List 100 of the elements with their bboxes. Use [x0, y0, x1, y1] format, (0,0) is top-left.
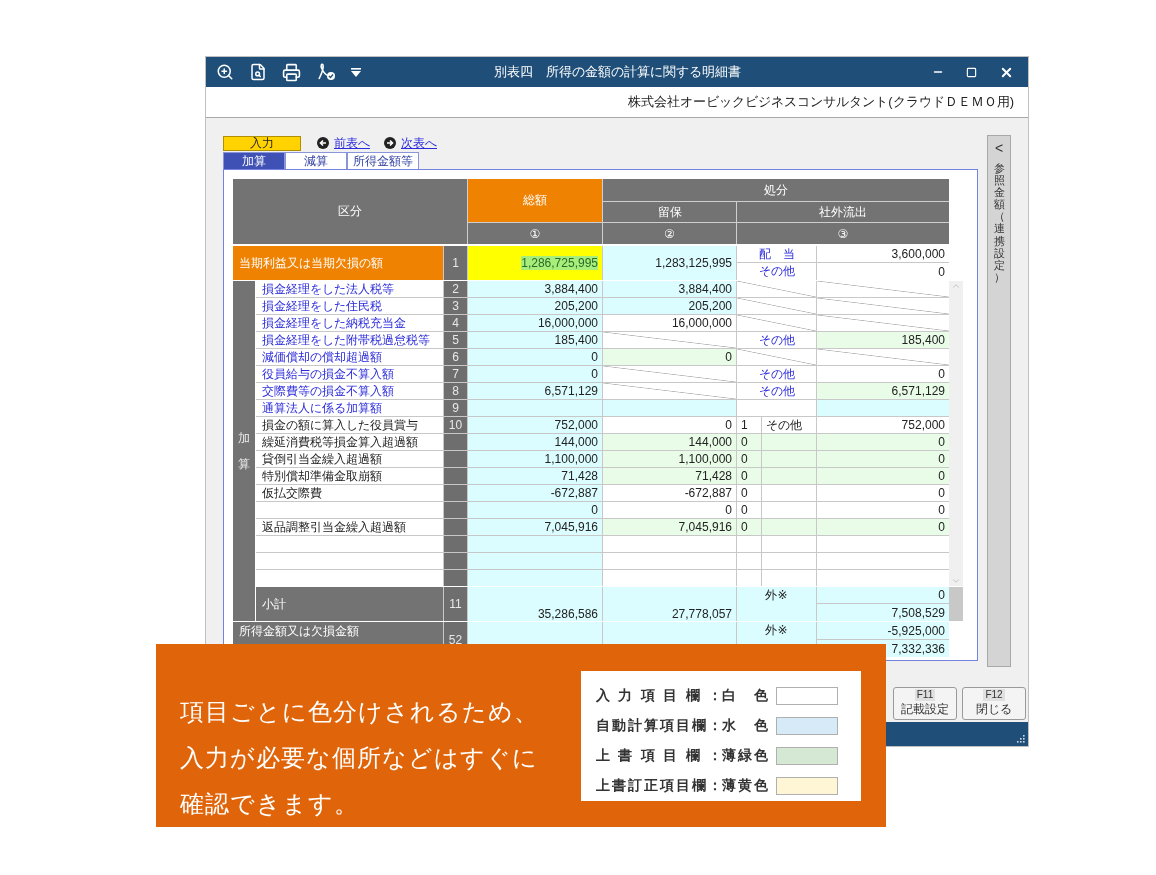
table-cell[interactable]: 0 — [817, 366, 949, 382]
tab[interactable]: 加算 — [223, 152, 285, 169]
mode-button[interactable]: 入力 — [223, 135, 301, 151]
table-cell[interactable] — [762, 570, 816, 586]
table-cell[interactable]: その他 — [737, 383, 816, 399]
table-cell[interactable] — [817, 536, 949, 552]
table-cell[interactable] — [762, 468, 816, 484]
table-cell[interactable] — [817, 553, 949, 569]
left-arrow-icon[interactable] — [317, 137, 329, 149]
preview-icon[interactable] — [249, 63, 267, 81]
table-cell[interactable]: 0 — [737, 468, 761, 484]
dropdown-icon[interactable] — [351, 67, 361, 77]
table-cell[interactable]: その他 — [737, 366, 816, 382]
row-number-cell: 6 — [444, 349, 467, 365]
table-cell[interactable]: 16,000,000 — [603, 315, 736, 331]
row-number-cell: 7 — [444, 366, 467, 382]
table-cell[interactable]: 0 — [817, 451, 949, 467]
table-cell[interactable]: 0 — [603, 417, 736, 433]
table-cell[interactable]: 144,000 — [603, 434, 736, 450]
row-label-link[interactable]: 減価償却の償却超過額 — [256, 349, 443, 365]
table-cell[interactable] — [762, 502, 816, 518]
section-label: 加算 — [233, 281, 255, 621]
nav-link[interactable]: 前表へ — [317, 134, 370, 152]
table-cell[interactable]: 71,428 — [603, 468, 736, 484]
table-cell[interactable]: その他 — [737, 332, 816, 348]
table-cell[interactable]: 0 — [817, 263, 949, 280]
column-number: ② — [603, 223, 736, 244]
table-cell[interactable] — [603, 553, 736, 569]
table-cell[interactable]: 1,286,725,995 — [468, 246, 602, 280]
table-cell: 0 — [468, 366, 602, 382]
function-key-button[interactable]: F11 記載設定 — [893, 687, 957, 720]
scrollbar[interactable] — [949, 281, 963, 586]
zoom-in-icon[interactable] — [216, 63, 234, 81]
table-cell[interactable]: 0 — [817, 519, 949, 535]
scroll-down-icon[interactable] — [951, 576, 961, 586]
function-key-button[interactable]: F12 閉じる — [962, 687, 1026, 720]
table-cell[interactable]: 0 — [603, 502, 736, 518]
table-cell[interactable] — [762, 553, 816, 569]
resize-grip-icon[interactable] — [1015, 733, 1025, 743]
table-cell[interactable] — [603, 536, 736, 552]
table-cell[interactable]: 0 — [603, 349, 736, 365]
table-cell: 1,100,000 — [468, 451, 602, 467]
table-cell[interactable]: 0 — [817, 434, 949, 450]
table-cell[interactable]: -672,887 — [603, 485, 736, 501]
table-cell[interactable] — [737, 400, 816, 416]
table-cell[interactable]: 1 — [737, 417, 761, 433]
table-cell[interactable] — [737, 570, 761, 586]
banner-text: 確認できます。 — [180, 789, 360, 819]
row-label-link[interactable]: 損金経理をした納税充当金 — [256, 315, 443, 331]
legend-color-name: 薄緑色 — [722, 747, 768, 765]
row-label-link[interactable]: 損金経理をした住民税 — [256, 298, 443, 314]
side-panel-label[interactable]: 参照金額（連携設定） — [993, 162, 1005, 283]
table-cell[interactable]: その他 — [737, 263, 816, 280]
right-arrow-icon[interactable] — [384, 137, 396, 149]
row-label-link[interactable]: 損金経理をした法人税等 — [256, 281, 443, 297]
table-cell[interactable] — [762, 519, 816, 535]
table-cell[interactable]: 752,000 — [817, 417, 949, 433]
table-cell[interactable]: 185,400 — [817, 332, 949, 348]
table-cell[interactable]: その他 — [762, 417, 816, 433]
table-cell[interactable] — [817, 570, 949, 586]
table-cell[interactable] — [762, 451, 816, 467]
row-label-link[interactable]: 役員給与の損金不算入額 — [256, 366, 443, 382]
table-cell[interactable]: 0 — [817, 485, 949, 501]
table-cell[interactable] — [603, 570, 736, 586]
table-cell: 0 — [817, 587, 949, 603]
table-cell[interactable]: 6,571,129 — [817, 383, 949, 399]
table-cell[interactable]: 0 — [737, 451, 761, 467]
tab[interactable]: 所得金額等 — [347, 152, 419, 169]
table-cell: -5,925,000 — [817, 622, 949, 639]
row-label: 仮払交際費 — [256, 485, 443, 501]
table-cell[interactable] — [762, 434, 816, 450]
table-cell[interactable]: 0 — [737, 502, 761, 518]
legend-color-name: 白色 — [722, 687, 768, 705]
row-label-link[interactable]: 通算法人に係る加算額 — [256, 400, 443, 416]
table-cell[interactable]: 1,100,000 — [603, 451, 736, 467]
maximize-icon[interactable] — [966, 66, 977, 78]
table-cell[interactable]: 0 — [817, 468, 949, 484]
table-cell[interactable]: 0 — [737, 519, 761, 535]
table-cell[interactable]: 0 — [737, 434, 761, 450]
nav-link[interactable]: 次表へ — [384, 134, 437, 152]
table-cell[interactable]: 3,600,000 — [817, 246, 949, 262]
table-cell[interactable] — [762, 485, 816, 501]
tab[interactable]: 減算 — [285, 152, 347, 169]
table-cell[interactable] — [737, 536, 761, 552]
table-cell[interactable] — [737, 553, 761, 569]
table-cell[interactable]: 7,045,916 — [603, 519, 736, 535]
table-cell[interactable]: 配 当 — [737, 246, 816, 262]
row-label-link[interactable]: 交際費等の損金不算入額 — [256, 383, 443, 399]
scroll-up-icon[interactable] — [951, 281, 961, 291]
row-label-link[interactable]: 損金経理をした附帯税過怠税等 — [256, 332, 443, 348]
table-cell[interactable]: 0 — [817, 502, 949, 518]
pdf-check-icon[interactable] — [316, 63, 336, 81]
printer-icon[interactable] — [282, 62, 301, 82]
table-cell[interactable] — [762, 536, 816, 552]
row-number-cell — [444, 451, 467, 467]
side-panel-toggle[interactable]: < — [994, 140, 1004, 156]
column-header: 処分 — [603, 179, 949, 201]
row-label: 損金の額に算入した役員賞与 — [256, 417, 443, 433]
table-cell[interactable]: 0 — [737, 485, 761, 501]
table-cell: 0 — [468, 502, 602, 518]
